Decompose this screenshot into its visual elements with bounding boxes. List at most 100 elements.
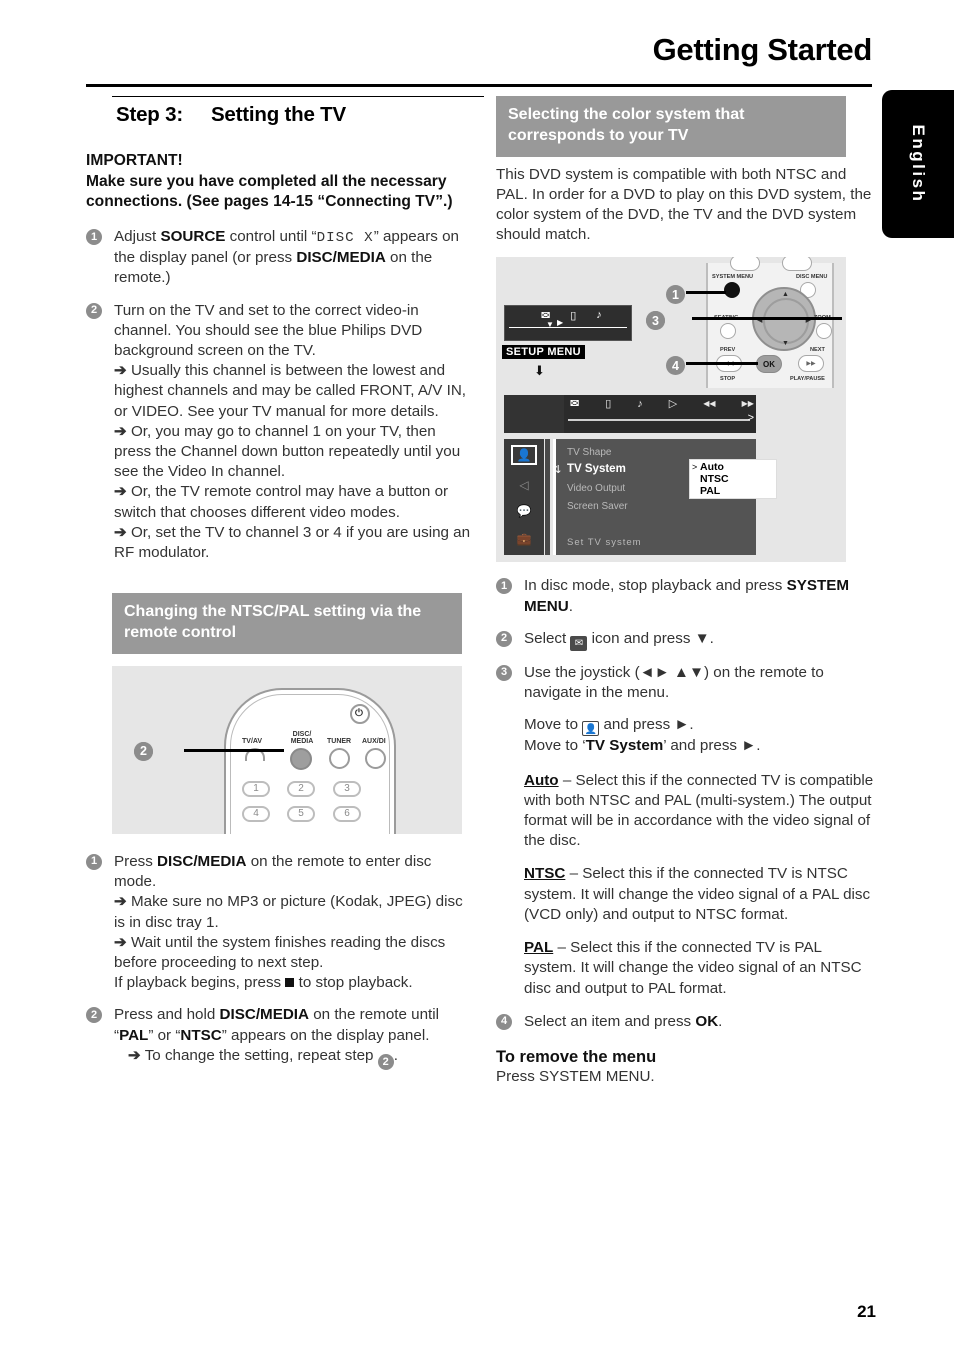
disc-media-keyword: DISC/MEDIA [219,1006,309,1024]
step-text-fragment: . [568,597,573,615]
menu-item-tv-system[interactable]: TV System [567,463,626,475]
step-number-badge: 1 [496,578,512,595]
play-icon[interactable]: ▷ [669,397,677,410]
sidebar-item-language[interactable]: 💬 [511,501,537,521]
system-menu-label: SYSTEM MENU [712,274,754,281]
step-text: Press DISC/MEDIA on the remote to enter … [114,852,472,994]
step-number-badge: 4 [496,1013,512,1030]
page-title: Getting Started [652,32,873,67]
disc-media-label: DISC/ MEDIA [290,730,314,745]
option-auto[interactable]: Auto [700,461,724,473]
sidebar-item-video[interactable]: 👤 [511,445,537,466]
menu-cursor-icon: ⇅ [552,464,562,477]
arrow-note: Or, the TV remote control may have a but… [114,483,449,521]
ok-keyword: OK [695,1012,719,1030]
rewind-icon[interactable]: ◀◀ [703,399,715,408]
step-text-fragment: control until “ [225,228,317,246]
arrow-note: . [393,1046,398,1064]
stop-label: STOP [720,376,736,383]
list-item: 4 Select an item and press OK. [496,1012,874,1032]
osd-bar-arrow-icon: > [747,412,754,425]
aux-di-label: AUX/DI [362,737,386,745]
arrow-icon: ➔ [114,523,127,541]
step-number-badge: 2 [86,302,102,319]
right-column: Selecting the color system that correspo… [496,96,874,1087]
display-panel-pointer-down: ▼ [546,320,554,330]
left-steps-list-2: 1 Press DISC/MEDIA on the remote to ente… [86,852,472,1071]
tv-shape-icon: ▯ [570,310,577,323]
number-key: 3 [333,780,361,797]
important-body: Make sure you have completed all the nec… [86,172,453,211]
sidebar-item-preferences[interactable]: 💼 [511,529,537,549]
audio-icon[interactable]: ♪ [637,398,643,410]
callout-badge: 2 [134,741,153,761]
option-pal[interactable]: PAL [700,485,720,497]
next-label: NEXT [810,347,825,354]
arrow-icon: ➔ [114,362,127,380]
step-text-fragment: . [718,1012,723,1030]
arrow-icon: ➔ [114,893,127,911]
menu-hint-text: Set TV system [567,537,642,549]
step-heading: Step 3: Setting the TV [116,103,472,127]
step-text-fragment: icon and press ▼. [587,629,714,647]
important-block: IMPORTANT! Make sure you have completed … [86,151,472,213]
right-steps-list: 1 In disc mode, stop playback and press … [496,576,874,756]
header-divider [86,84,872,87]
number-key: 1 [242,780,270,797]
list-item: 2 Select ✉ icon and press ▼. [496,629,874,651]
forward-icon[interactable]: ▶▶ [742,399,754,408]
callout-badge: 3 [646,311,665,331]
arrow-icon: ➔ [128,1046,141,1064]
figure-callout-1-2: 1 , 2 [134,740,153,761]
step-text-fragment: to stop playback. [294,974,413,992]
disc-menu-label: DISC MENU [796,274,828,281]
arrow-note: Usually this channel is between the lowe… [114,362,467,420]
callout-leader-line [686,362,758,365]
step-text-fragment: If playback begins, press [114,974,286,992]
inline-step-badge: 2 [377,1054,394,1071]
list-item: 1 In disc mode, stop playback and press … [496,576,874,616]
setup-menu-figure: SYSTEM MENU DISC MENU ▲ ▼ ◀ ▶ SEATING ZO… [496,257,846,563]
language-tab-label: English [909,124,928,204]
left-steps-list-1: 1 Adjust SOURCE control until “DISC X” a… [86,227,472,563]
audio-icon: ♪ [596,309,602,322]
tv-av-label: TV/AV [242,737,263,745]
list-item: 1 Press DISC/MEDIA on the remote to ente… [86,852,472,994]
step-text: Select an item and press OK. [524,1012,874,1032]
option-ntsc[interactable]: NTSC [700,473,729,485]
sidebar-item-audio[interactable]: ◁ [511,475,537,495]
play-pause-label: PLAY/PAUSE [790,376,825,383]
list-item: 1 Adjust SOURCE control until “DISC X” a… [86,227,472,288]
step-text-fragment: and press ►. [599,716,694,734]
setup-tools-icon[interactable]: ✉ [570,397,579,410]
menu-item-video-output[interactable]: Video Output [567,483,625,494]
menu-item-screen-saver[interactable]: Screen Saver [567,501,628,512]
disc-media-keyword: DISC/MEDIA [157,852,247,870]
osd-bar-left-block [504,395,564,434]
pal-keyword: PAL [119,1026,149,1044]
figure-callout-2-3: 2 , 3 [646,309,665,331]
menu-item-tv-shape[interactable]: TV Shape [567,447,611,458]
joystick-up-icon: ▲ [782,291,789,299]
step-text-fragment: Use the joystick (◄► ▲▼) on the remote t… [524,663,824,702]
step-text-fragment: Adjust [114,228,161,246]
number-key: 2 [287,780,315,797]
arrow-icon: ➔ [114,422,127,440]
video-settings-icon: 👤 [582,721,600,737]
step-text-fragment: Move to [524,716,583,734]
remove-menu-body: Press SYSTEM MENU. [496,1067,655,1085]
step-heading-rule [112,96,484,97]
callout-badge: 1 [666,285,685,305]
definition-text: – Select this if the connected TV is NTS… [524,865,871,923]
tv-shape-icon[interactable]: ▯ [605,397,611,410]
osd-bar-icon-row: ✉ ▯ ♪ ▷ ◀◀ ▶▶ [570,397,754,411]
step-text: Adjust SOURCE control until “DISC X” app… [114,227,472,288]
remote-top-button-left [730,257,760,272]
tuner-button [329,747,350,769]
list-item: 3 Use the joystick (◄► ▲▼) on the remote… [496,663,874,757]
tv-system-keyword: TV System [585,737,664,755]
list-item: 2 Press and hold DISC/MEDIA on the remot… [86,1005,472,1071]
number-key: 4 [242,805,270,822]
definition-text: – Select this if the connected TV is PAL… [524,939,862,997]
source-keyword: SOURCE [160,228,226,246]
